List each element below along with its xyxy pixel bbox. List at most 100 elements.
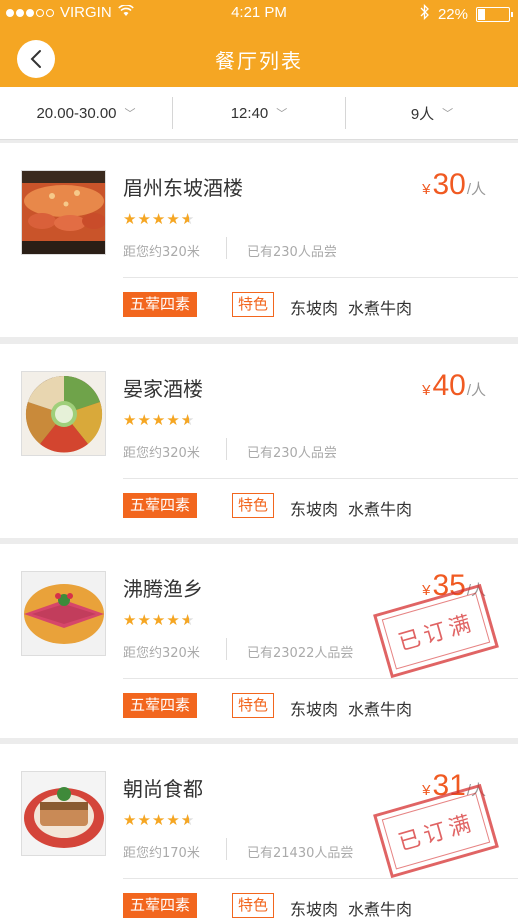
filter-people[interactable]: 9人 ﹀ (346, 87, 518, 139)
star-icon: ★ (123, 811, 138, 829)
filter-time[interactable]: 12:40 ﹀ (173, 87, 345, 139)
star-icon: ★ (123, 411, 138, 429)
menu-type-tag: 五荤四素 (123, 693, 198, 718)
filter-price[interactable]: 20.00-30.00 ﹀ (0, 87, 172, 139)
page-title: 餐厅列表 (215, 49, 303, 73)
filter-time-label: 12:40 (230, 104, 269, 122)
dish-list: 东坡肉 水煮牛肉 (290, 295, 412, 319)
divider (226, 838, 227, 860)
star-icon: ★ (151, 411, 167, 429)
star-icon: ★ (137, 210, 152, 228)
restaurant-photo (21, 170, 106, 255)
star-icon: ★ (137, 611, 152, 629)
price-value: 40 (432, 369, 466, 402)
dish-list: 东坡肉 水煮牛肉 (290, 696, 412, 720)
star-icon: ★ (166, 411, 181, 429)
dish-item: 水煮牛肉 (348, 500, 413, 519)
divider (123, 678, 518, 679)
battery-percent: 22% (437, 5, 468, 23)
price-unit: /人 (466, 181, 486, 198)
star-icon: ★ (151, 210, 167, 228)
fully-booked-stamp: 已订满 (373, 583, 499, 679)
menu-type-tag: 五荤四素 (123, 292, 198, 317)
distance: 距您约320米 (123, 646, 200, 661)
dish-item: 东坡肉 (290, 299, 339, 318)
dish-item: 东坡肉 (290, 500, 339, 519)
divider (123, 478, 518, 479)
rating-stars: ★★★★★ (123, 811, 195, 829)
dish-item: 东坡肉 (290, 900, 339, 919)
tried-count: 已有23022人品尝 (247, 646, 354, 661)
filter-bar: 20.00-30.00 ﹀ 12:40 ﹀ 9人 ﹀ (0, 87, 518, 140)
dish-item: 东坡肉 (290, 700, 339, 719)
chevron-down-icon: ﹀ (442, 108, 454, 120)
half-star-icon: ★ (181, 210, 195, 228)
half-star-icon: ★ (181, 611, 195, 629)
currency-symbol: ¥ (422, 782, 431, 799)
restaurant-name: 晏家酒楼 (123, 377, 203, 401)
restaurant-card[interactable]: 朝尚食都 ¥ 31 /人 ★★★★★ 距您约170米 已有21430人品尝 五荤… (0, 744, 518, 920)
dish-item: 水煮牛肉 (348, 299, 413, 318)
fully-booked-stamp: 已订满 (373, 783, 499, 879)
star-icon: ★ (137, 411, 152, 429)
special-tag: 特色 (232, 893, 275, 918)
restaurant-photo (21, 571, 106, 656)
restaurant-card[interactable]: 晏家酒楼 ¥ 40 /人 ★★★★★ 距您约320米 已有230人品尝 五荤四素… (0, 344, 518, 538)
tried-count: 已有230人品尝 (247, 446, 337, 461)
price: ¥ 30 /人 (422, 168, 486, 202)
star-icon: ★ (151, 611, 167, 629)
filter-people-label: 9人 (410, 105, 435, 123)
star-icon: ★ (123, 210, 138, 228)
divider (123, 878, 518, 879)
star-icon: ★ (151, 811, 167, 829)
menu-type-tag: 五荤四素 (123, 893, 198, 918)
rating-stars: ★★★★★ (123, 611, 195, 629)
special-tag: 特色 (232, 292, 275, 317)
rating-stars: ★★★★★ (123, 210, 195, 228)
price-value: 30 (432, 168, 466, 201)
price-unit: /人 (466, 382, 486, 399)
star-icon: ★ (166, 611, 181, 629)
restaurant-card[interactable]: 眉州东坡酒楼 ¥ 30 /人 ★★★★★ 距您约320米 已有230人品尝 五荤… (0, 143, 518, 337)
status-bar: VIRGIN 4:21 PM 22% (0, 0, 518, 28)
bluetooth-icon (420, 3, 430, 24)
rating-stars: ★★★★★ (123, 411, 195, 429)
divider (226, 438, 227, 460)
star-icon: ★ (166, 210, 181, 228)
star-icon: ★ (123, 611, 138, 629)
half-star-icon: ★ (181, 811, 195, 829)
divider (123, 277, 518, 278)
distance: 距您约320米 (123, 446, 200, 461)
restaurant-name: 沸腾渔乡 (123, 577, 203, 601)
restaurant-name: 朝尚食都 (123, 777, 203, 801)
restaurant-photo (21, 371, 106, 456)
battery-icon (476, 6, 513, 22)
menu-type-tag: 五荤四素 (123, 493, 198, 518)
price: ¥ 40 /人 (422, 369, 486, 403)
distance: 距您约170米 (123, 846, 200, 861)
tried-count: 已有21430人品尝 (247, 846, 354, 861)
dish-list: 东坡肉 水煮牛肉 (290, 896, 412, 920)
restaurant-name: 眉州东坡酒楼 (123, 176, 243, 200)
dish-item: 水煮牛肉 (348, 900, 413, 919)
star-icon: ★ (166, 811, 181, 829)
dish-item: 水煮牛肉 (348, 700, 413, 719)
special-tag: 特色 (232, 493, 275, 518)
app-header: VIRGIN 4:21 PM 22% 餐厅列表 (0, 0, 518, 87)
divider (226, 638, 227, 660)
currency-symbol: ¥ (422, 181, 431, 198)
filter-price-label: 20.00-30.00 (36, 104, 117, 122)
special-tag: 特色 (232, 693, 275, 718)
star-icon: ★ (137, 811, 152, 829)
half-star-icon: ★ (181, 411, 195, 429)
currency-symbol: ¥ (422, 582, 431, 599)
restaurant-card[interactable]: 沸腾渔乡 ¥ 35 /人 ★★★★★ 距您约320米 已有23022人品尝 五荤… (0, 544, 518, 738)
tried-count: 已有230人品尝 (247, 245, 337, 260)
restaurant-photo (21, 771, 106, 856)
distance: 距您约320米 (123, 245, 200, 260)
divider (226, 237, 227, 259)
currency-symbol: ¥ (422, 382, 431, 399)
chevron-down-icon: ﹀ (124, 108, 136, 120)
dish-list: 东坡肉 水煮牛肉 (290, 496, 412, 520)
chevron-down-icon: ﹀ (276, 108, 288, 120)
